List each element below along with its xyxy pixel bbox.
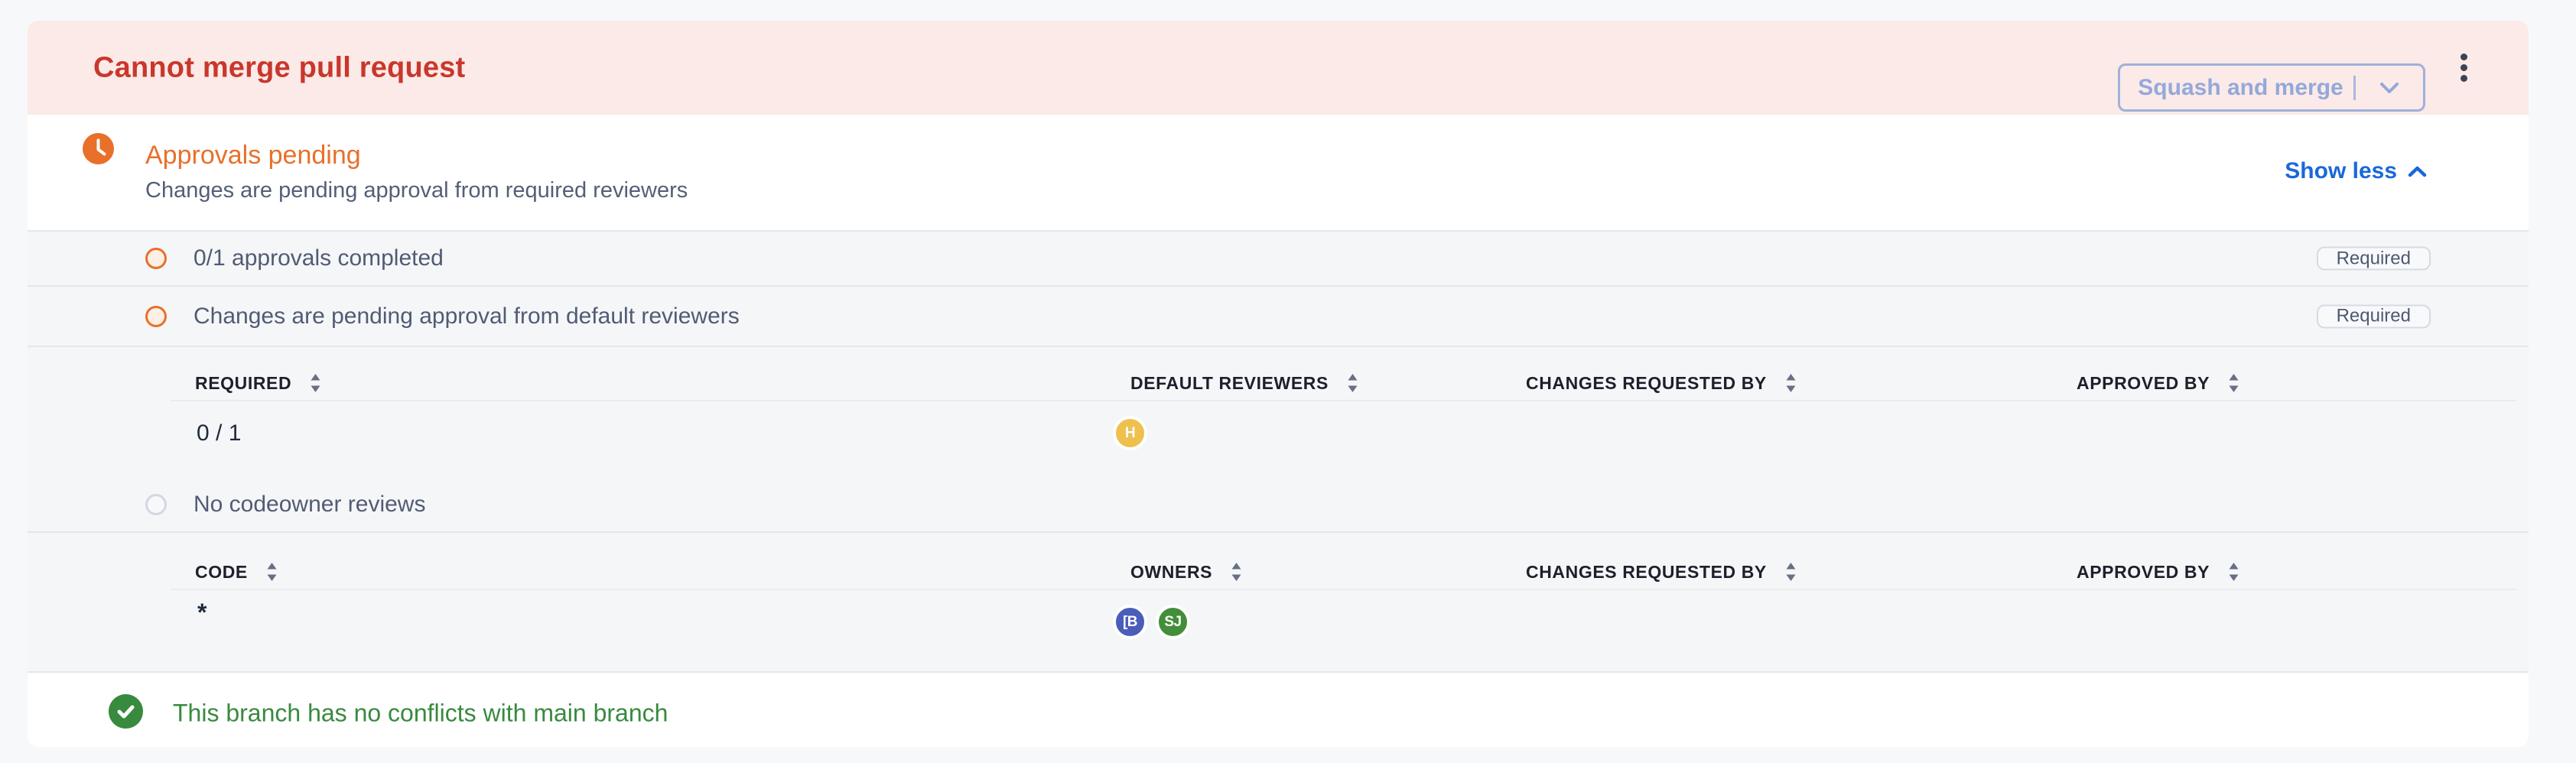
check-text: Changes are pending approval from defaul… xyxy=(194,304,740,330)
avatar[interactable]: H xyxy=(1113,416,1147,450)
column-header-changes-requested-by[interactable]: CHANGES REQUESTED BY xyxy=(1526,367,1797,399)
avatar[interactable]: SJ xyxy=(1156,605,1190,639)
panel-title: Approvals pending xyxy=(145,141,361,170)
show-less-link[interactable]: Show less xyxy=(2285,158,2427,184)
clock-icon xyxy=(83,133,114,164)
pending-circle-icon xyxy=(145,248,167,269)
codeowners-table: CODE OWNERS CHANGES REQUESTED BY APPROVE… xyxy=(28,531,2529,671)
required-badge: Required xyxy=(2317,247,2431,271)
column-header-changes-requested-by[interactable]: CHANGES REQUESTED BY xyxy=(1526,556,1797,588)
column-header-default-reviewers[interactable]: DEFAULT REVIEWERS xyxy=(1130,367,1358,399)
overflow-menu-icon[interactable] xyxy=(2452,45,2475,91)
sort-icon xyxy=(266,562,278,582)
check-circle-icon xyxy=(109,694,143,729)
sort-icon xyxy=(1785,562,1797,582)
squash-and-merge-label: Squash and merge xyxy=(2120,75,2353,101)
default-reviewers-check-row: Changes are pending approval from defaul… xyxy=(28,285,2529,346)
column-header-approved-by[interactable]: APPROVED BY xyxy=(2077,367,2239,399)
sort-icon xyxy=(1231,562,1242,582)
approvals-pending-header: Approvals pending Changes are pending ap… xyxy=(28,115,2529,230)
sort-icon xyxy=(2228,562,2239,582)
merge-checks-card: Cannot merge pull request Squash and mer… xyxy=(28,21,2529,747)
table-header-divider xyxy=(171,589,2516,590)
conflict-status-row: This branch has no conflicts with main b… xyxy=(28,671,2529,747)
chevron-down-icon[interactable] xyxy=(2356,82,2423,94)
column-header-required[interactable]: REQUIRED xyxy=(195,367,321,399)
code-pattern-cell: * xyxy=(197,599,207,627)
show-less-label: Show less xyxy=(2285,158,2397,184)
column-header-approved-by[interactable]: APPROVED BY xyxy=(2077,556,2239,588)
sort-icon xyxy=(310,373,321,393)
required-count-cell: 0 / 1 xyxy=(197,420,241,446)
conflict-status-text: This branch has no conflicts with main b… xyxy=(173,699,668,727)
avatar[interactable]: [B xyxy=(1113,605,1147,639)
required-badge: Required xyxy=(2317,304,2431,328)
table-header-divider xyxy=(171,400,2516,401)
cannot-merge-banner: Cannot merge pull request Squash and mer… xyxy=(28,21,2529,115)
squash-and-merge-button[interactable]: Squash and merge xyxy=(2118,63,2425,112)
panel-subtitle: Changes are pending approval from requir… xyxy=(145,178,688,203)
required-reviewers-table: REQUIRED DEFAULT REVIEWERS CHANGES REQUE… xyxy=(28,346,2529,531)
check-text: 0/1 approvals completed xyxy=(194,245,444,271)
sort-icon xyxy=(1785,373,1797,393)
banner-title: Cannot merge pull request xyxy=(93,51,465,84)
sort-icon xyxy=(2228,373,2239,393)
column-header-owners[interactable]: OWNERS xyxy=(1130,556,1242,588)
check-text: No codeowner reviews xyxy=(194,492,425,518)
codeowner-check-row: No codeowner reviews xyxy=(28,478,2529,531)
approvals-check-row: 0/1 approvals completed Required xyxy=(28,230,2529,285)
column-header-code[interactable]: CODE xyxy=(195,556,278,588)
pending-circle-icon xyxy=(145,306,167,327)
neutral-circle-icon xyxy=(145,494,167,515)
sort-icon xyxy=(1347,373,1358,393)
chevron-up-icon xyxy=(2408,165,2427,177)
